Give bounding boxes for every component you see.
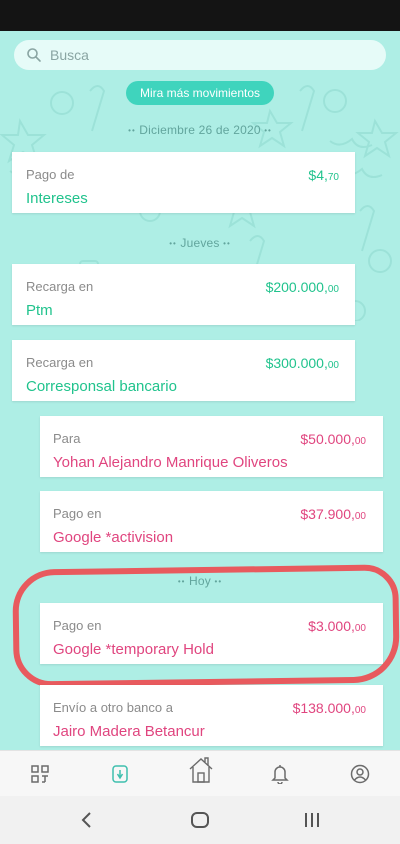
transaction-card[interactable]: Para $50.000,00 Yohan Alejandro Manrique… bbox=[40, 416, 383, 477]
date-label: Jueves bbox=[180, 236, 220, 250]
date-label: Diciembre 26 de 2020 bbox=[139, 123, 261, 137]
transaction-name: Google *temporary Hold bbox=[53, 641, 214, 658]
transaction-card[interactable]: Envío a otro banco a $138.000,00 Jairo M… bbox=[40, 685, 383, 746]
recent-apps-icon[interactable] bbox=[299, 808, 325, 832]
date-label: Hoy bbox=[189, 574, 211, 588]
transaction-amount: $37.900,00 bbox=[300, 506, 366, 522]
status-bar bbox=[0, 0, 400, 31]
transaction-name: Intereses bbox=[26, 190, 88, 207]
bottom-navigation bbox=[0, 750, 400, 796]
transaction-amount: $200.000,00 bbox=[265, 279, 339, 295]
bell-icon[interactable] bbox=[267, 761, 293, 787]
date-separator: •• Jueves •• bbox=[169, 236, 231, 250]
date-separator: •• Hoy •• bbox=[177, 574, 223, 588]
search-input[interactable] bbox=[50, 47, 370, 63]
search-bar[interactable] bbox=[14, 40, 386, 70]
transaction-card[interactable]: Pago en $37.900,00 Google *activision bbox=[40, 491, 383, 552]
profile-icon[interactable] bbox=[347, 761, 373, 787]
back-icon[interactable] bbox=[74, 808, 100, 832]
apps-icon[interactable] bbox=[27, 761, 53, 787]
transaction-amount: $300.000,00 bbox=[265, 355, 339, 371]
transaction-type: Pago en bbox=[53, 618, 102, 633]
system-navigation-bar bbox=[0, 796, 400, 844]
transaction-type: Pago de bbox=[26, 167, 75, 182]
transaction-type: Recarga en bbox=[26, 279, 94, 294]
movements-list[interactable]: Mira más movimientos •• Diciembre 26 de … bbox=[0, 31, 400, 750]
transaction-card[interactable]: Recarga en $200.000,00 Ptm bbox=[12, 264, 355, 325]
home-button-icon[interactable] bbox=[187, 808, 213, 832]
search-icon bbox=[26, 47, 42, 63]
transaction-type: Envío a otro banco a bbox=[53, 700, 173, 715]
date-separator: •• Diciembre 26 de 2020 •• bbox=[128, 123, 272, 137]
home-icon[interactable] bbox=[187, 755, 215, 785]
transaction-card[interactable]: Recarga en $300.000,00 Corresponsal banc… bbox=[12, 340, 355, 401]
transaction-card[interactable]: Pago en $3.000,00 Google *temporary Hold bbox=[40, 603, 383, 664]
transaction-amount: $50.000,00 bbox=[300, 431, 366, 447]
transaction-card[interactable]: Pago de $4,70 Intereses bbox=[12, 152, 355, 213]
transaction-name: Ptm bbox=[26, 302, 53, 319]
more-movements-button[interactable]: Mira más movimientos bbox=[126, 81, 274, 105]
wallet-icon[interactable] bbox=[107, 761, 133, 787]
transaction-amount: $4,70 bbox=[308, 167, 339, 183]
transaction-name: Yohan Alejandro Manrique Oliveros bbox=[53, 454, 288, 471]
transaction-type: Pago en bbox=[53, 506, 102, 521]
transaction-name: Corresponsal bancario bbox=[26, 378, 177, 395]
transaction-name: Google *activision bbox=[53, 529, 174, 546]
transaction-type: Para bbox=[53, 431, 81, 446]
transaction-name: Jairo Madera Betancur bbox=[53, 723, 205, 740]
transaction-type: Recarga en bbox=[26, 355, 94, 370]
transaction-amount: $138.000,00 bbox=[292, 700, 366, 716]
transaction-amount: $3.000,00 bbox=[308, 618, 366, 634]
